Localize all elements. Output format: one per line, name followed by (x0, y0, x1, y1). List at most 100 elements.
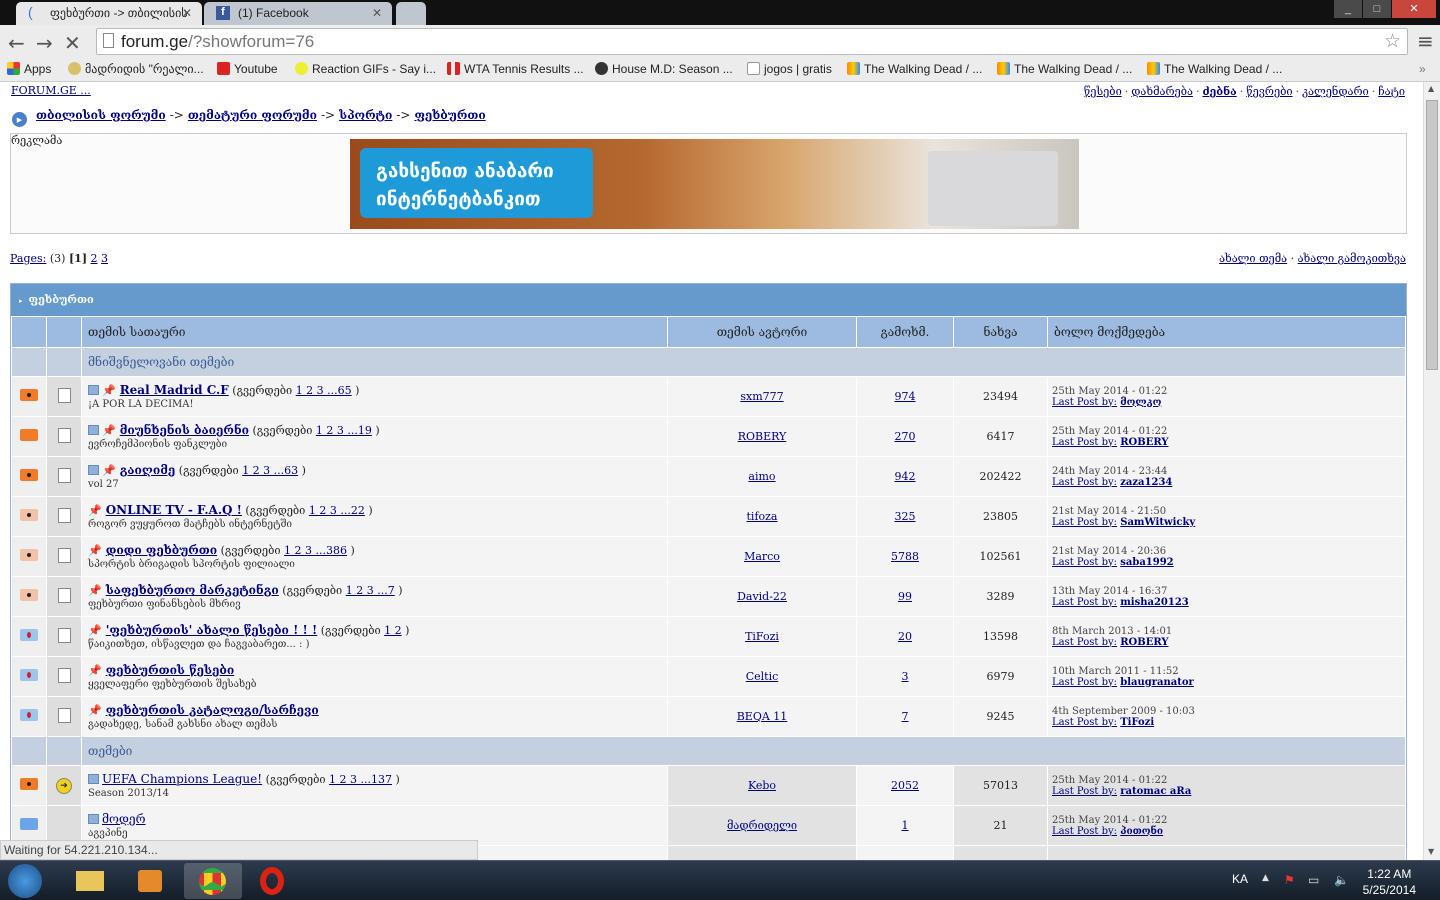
replies-link[interactable]: 270 (895, 430, 916, 443)
topic-pages-link[interactable]: 1 2 (384, 624, 402, 637)
top-nav-link[interactable]: დახმარება (1131, 85, 1193, 98)
last-post-label[interactable]: Last Post by: (1052, 477, 1117, 488)
last-poster-link[interactable]: blaugranator (1120, 677, 1194, 688)
close-tab-icon[interactable]: ✕ (182, 6, 192, 20)
network-icon[interactable]: ▭ (1308, 873, 1319, 887)
col-last-action[interactable]: ბოლო მოქმედება (1047, 316, 1406, 348)
topic-author-link[interactable]: Kebo (748, 779, 776, 792)
topic-title-link[interactable]: Real Madrid C.F (120, 383, 229, 397)
topic-pages-link[interactable]: 1 2 3 ...7 (346, 584, 395, 597)
replies-link[interactable]: 942 (895, 470, 916, 483)
menu-icon[interactable]: ≡ (1417, 29, 1434, 53)
replies-link[interactable]: 325 (895, 510, 916, 523)
topic-author-link[interactable]: Marco (744, 550, 780, 563)
topic-author-link[interactable]: მადრიდელი (727, 819, 797, 832)
top-nav-link[interactable]: კალენდარი (1302, 85, 1369, 98)
forward-icon[interactable]: → (36, 31, 53, 55)
topic-author-link[interactable]: Celtic (746, 670, 779, 683)
explorer-icon[interactable] (62, 863, 118, 899)
media-player-icon[interactable] (122, 863, 178, 899)
last-poster-link[interactable]: misha20123 (1120, 597, 1189, 608)
breadcrumb-link[interactable]: სპორტი (339, 108, 392, 122)
chrome-icon[interactable] (184, 863, 242, 899)
top-nav-link[interactable]: წევრები (1246, 85, 1292, 98)
last-post-label[interactable]: Last Post by: (1052, 517, 1117, 528)
last-post-label[interactable]: Last Post by: (1052, 637, 1117, 648)
action-center-icon[interactable]: ⚑ (1284, 873, 1295, 887)
last-post-label[interactable]: Last Post by: (1052, 826, 1117, 837)
col-title[interactable]: თემის სათაური (81, 316, 668, 348)
topic-title-link[interactable]: დიდი ფეხბურთი (106, 543, 217, 557)
last-poster-link[interactable]: TiFozi (1120, 717, 1154, 728)
replies-link[interactable]: 1 (902, 819, 909, 832)
top-nav-link[interactable]: ჩატი (1378, 85, 1405, 98)
topic-author-link[interactable]: sxm777 (740, 390, 783, 403)
topic-pages-link[interactable]: 1 2 3 ...63 (242, 464, 298, 477)
col-replies[interactable]: გამოხმ. (856, 316, 954, 348)
bookmark-wta[interactable]: WTA Tennis Results ... (447, 62, 584, 76)
replies-link[interactable]: 3 (902, 670, 909, 683)
last-poster-link[interactable]: ratomac aRa (1120, 786, 1191, 797)
bookmark-walking-dead-3[interactable]: The Walking Dead / ... (1147, 62, 1282, 76)
last-poster-link[interactable]: saba1992 (1120, 557, 1173, 568)
topic-title-link[interactable]: ფეხბურთის წესები (106, 663, 235, 677)
topic-title-link[interactable]: 'ფეხბურთის' ახალი წესები ! ! ! (106, 623, 318, 637)
opera-icon[interactable] (246, 863, 302, 899)
bookmark-reaction-gifs[interactable]: Reaction GIFs - Say i... (295, 62, 436, 76)
new-poll-link[interactable]: ახალი გამოკითხვა (1298, 252, 1406, 265)
topic-title-link[interactable]: მიუნხენის ბაიერნი (120, 423, 249, 437)
last-poster-link[interactable]: zaza1234 (1120, 477, 1172, 488)
topic-title-link[interactable]: UEFA Champions League! (102, 772, 262, 786)
last-post-label[interactable]: Last Post by: (1052, 397, 1117, 408)
replies-link[interactable]: 974 (895, 390, 916, 403)
tab-facebook[interactable]: f (1) Facebook ✕ (204, 2, 392, 25)
topic-pages-link[interactable]: 1 2 3 ...65 (296, 384, 352, 397)
topic-pages-link[interactable]: 1 2 3 ...137 (329, 773, 392, 786)
bookmark-youtube[interactable]: Youtube (217, 62, 278, 76)
topic-pages-link[interactable]: 1 2 3 ...386 (284, 544, 347, 557)
topic-title-link[interactable]: ფეხბურთის კატალოგი/სარჩევი (106, 703, 319, 717)
last-post-label[interactable]: Last Post by: (1052, 557, 1117, 568)
bookmark-house-md[interactable]: House M.D: Season ... (595, 62, 733, 76)
last-poster-link[interactable]: SamWitwicky (1120, 517, 1195, 528)
minimize-button[interactable]: _ (1334, 0, 1362, 18)
topic-author-link[interactable]: TiFozi (745, 630, 779, 643)
language-indicator[interactable]: KA (1232, 872, 1248, 886)
topic-pages-link[interactable]: 1 2 3 ...22 (309, 504, 365, 517)
bookmark-walking-dead-2[interactable]: The Walking Dead / ... (997, 62, 1132, 76)
last-poster-link[interactable]: ROBERY (1120, 637, 1168, 648)
bookmark-walking-dead-1[interactable]: The Walking Dead / ... (847, 62, 982, 76)
volume-icon[interactable]: 🔈 (1334, 873, 1349, 887)
topic-title-link[interactable]: მოდერ (102, 812, 146, 826)
topic-author-link[interactable]: BEQA 11 (737, 710, 788, 723)
topic-author-link[interactable]: tifoza (747, 510, 778, 523)
topic-author-link[interactable]: aimo (748, 470, 775, 483)
show-hidden-icons[interactable]: ▲ (1262, 873, 1269, 883)
bookmarks-overflow[interactable]: » (1419, 62, 1426, 76)
bookmark-jogos[interactable]: jogos | gratis (747, 62, 832, 76)
replies-link[interactable]: 5788 (891, 550, 919, 563)
new-topic-link[interactable]: ახალი თემა (1219, 252, 1287, 265)
breadcrumb-link[interactable]: ფეხბურთი (414, 108, 485, 122)
close-window-button[interactable]: ✕ (1392, 0, 1436, 18)
page-scrollbar[interactable]: ▲ ▼ (1423, 82, 1440, 860)
replies-link[interactable]: 20 (898, 630, 912, 643)
star-icon[interactable]: ☆ (1384, 30, 1401, 53)
breadcrumb-link[interactable]: თემატური ფორუმი (188, 108, 317, 122)
tab-forum[interactable]: ( ფეხბურთი -> თბილისის ✕ (16, 2, 202, 25)
back-icon[interactable]: ← (8, 31, 25, 55)
scrollbar-thumb[interactable] (1426, 100, 1438, 370)
last-post-label[interactable]: Last Post by: (1052, 437, 1117, 448)
top-nav-link[interactable]: ძებნა (1202, 85, 1236, 98)
start-button[interactable] (8, 864, 42, 898)
topic-title-link[interactable]: საფეხბურთო მარკეტინგი (106, 583, 279, 597)
replies-link[interactable]: 7 (902, 710, 909, 723)
forum-brand-link[interactable]: FORUM.GE ... (11, 84, 91, 97)
topic-title-link[interactable]: ONLINE TV - F.A.Q ! (106, 503, 242, 517)
new-tab-button[interactable] (396, 2, 426, 25)
topic-author-link[interactable]: ROBERY (738, 430, 787, 443)
replies-link[interactable]: 2052 (891, 779, 919, 792)
breadcrumb-link[interactable]: თბილისის ფორუმი (36, 108, 166, 122)
col-author[interactable]: თემის ავტორი (667, 316, 857, 348)
address-bar[interactable]: forum.ge/?showforum=76 ☆ (96, 28, 1408, 55)
